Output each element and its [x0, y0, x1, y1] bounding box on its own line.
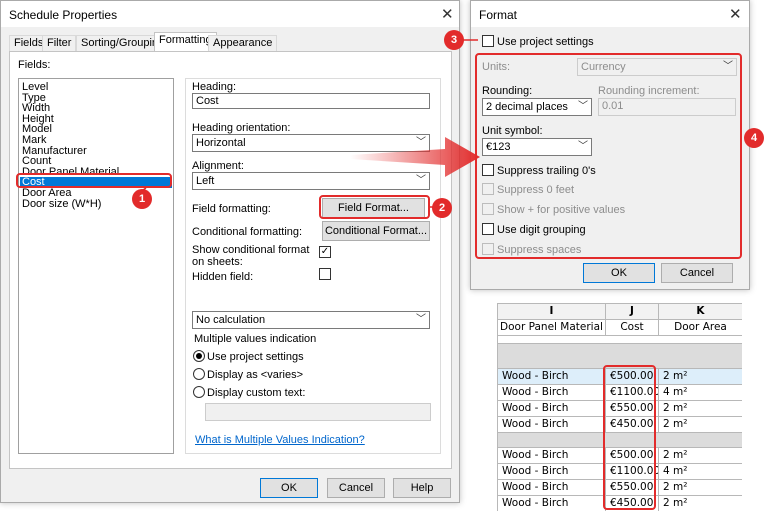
callout-badge-1: 1 — [132, 189, 152, 209]
callout-box-cost-column — [603, 365, 656, 510]
callout-badge-2: 2 — [432, 198, 452, 218]
callout-badge-4: 4 — [744, 128, 764, 148]
callout-badge-3: 3 — [444, 30, 464, 50]
callout-box-field-format — [319, 195, 430, 219]
arrow-icon — [350, 137, 480, 177]
callout-box-format-options — [475, 53, 742, 259]
